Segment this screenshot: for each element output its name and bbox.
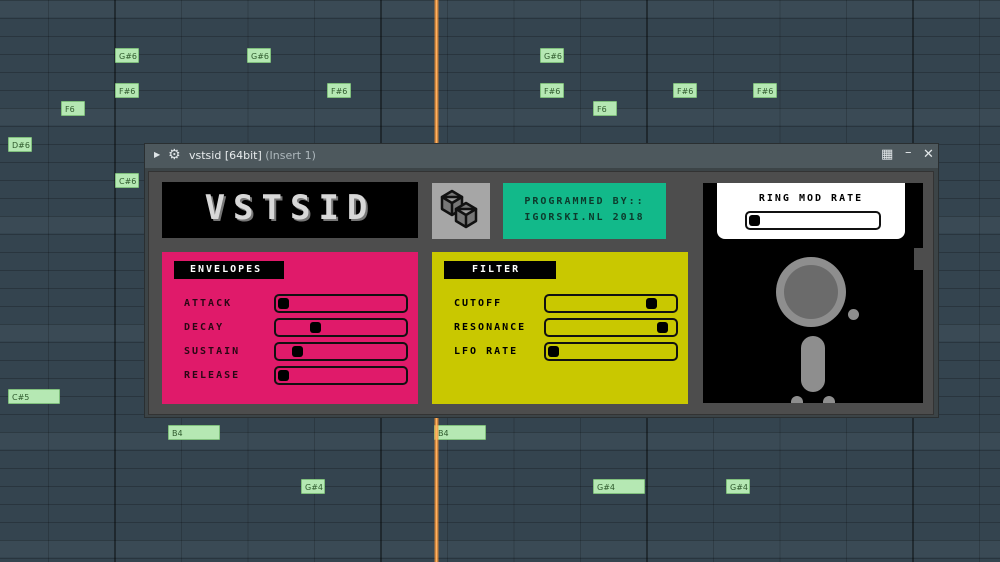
note-block[interactable]: G#6 (540, 48, 564, 63)
vstsid-logo: VSTSID (162, 182, 418, 238)
slider-knob[interactable] (291, 346, 303, 357)
attack-slider[interactable] (274, 294, 408, 313)
window-title: vstsid [64bit] (Insert 1) (189, 149, 316, 162)
note-block[interactable]: G#6 (247, 48, 271, 63)
logo-text: VSTSID (204, 188, 376, 228)
sustain-slider[interactable] (274, 342, 408, 361)
chevron-right-icon[interactable]: ▶ (154, 150, 160, 159)
slider-knob[interactable] (645, 298, 657, 309)
note-block[interactable]: F#6 (327, 83, 351, 98)
floppy-foot (791, 396, 803, 403)
note-block[interactable]: D#6 (8, 137, 32, 152)
note-block[interactable]: B4 (168, 425, 220, 440)
note-block[interactable]: F#6 (753, 83, 777, 98)
slider-knob[interactable] (278, 370, 289, 381)
window-title-text: vstsid [64bit] (189, 149, 262, 162)
note-block[interactable]: C#5 (8, 389, 60, 404)
grid-menu-icon[interactable]: ▦ (881, 147, 893, 162)
plugin-window: ▶ ⚙ vstsid [64bit] (Insert 1) ▦ – ✕ VSTS… (144, 143, 939, 418)
plugin-titlebar[interactable]: ▶ ⚙ vstsid [64bit] (Insert 1) ▦ – ✕ (145, 144, 938, 168)
cutoff-slider[interactable] (544, 294, 678, 313)
cutoff-label: CUTOFF (454, 298, 503, 309)
decay-slider[interactable] (274, 318, 408, 337)
lfo-rate-label: LFO RATE (454, 346, 519, 357)
release-label: RELEASE (184, 370, 241, 381)
envelopes-header: ENVELOPES (174, 261, 284, 279)
lfo-rate-slider[interactable] (544, 342, 678, 361)
cube-icon (440, 189, 478, 229)
note-block[interactable]: C#6 (115, 173, 139, 188)
note-block[interactable]: G#4 (593, 479, 645, 494)
filter-header: FILTER (444, 261, 556, 279)
note-block[interactable]: F#6 (673, 83, 697, 98)
decay-label: DECAY (184, 322, 225, 333)
credits-line-2: IGORSKI.NL 2018 (524, 212, 645, 223)
floppy-read-slot (801, 336, 825, 392)
floppy-write-tab (914, 248, 923, 270)
resonance-label: RESONANCE (454, 322, 527, 333)
release-slider[interactable] (274, 366, 408, 385)
floppy-disk-graphic: RING MOD RATE (703, 183, 923, 403)
note-block[interactable]: B4 (434, 425, 486, 440)
attack-label: ATTACK (184, 298, 233, 309)
floppy-label: RING MOD RATE (717, 183, 905, 239)
note-block[interactable]: G#4 (726, 479, 750, 494)
sustain-label: SUSTAIN (184, 346, 241, 357)
slider-knob[interactable] (278, 298, 289, 309)
resonance-slider[interactable] (544, 318, 678, 337)
credits-box: PROGRAMMED BY:: IGORSKI.NL 2018 (503, 183, 666, 239)
gear-icon[interactable]: ⚙ (168, 147, 181, 163)
note-block[interactable]: F6 (61, 101, 85, 116)
filter-section: FILTER CUTOFF RESONANCE LFO RATE (432, 252, 688, 404)
minimize-icon[interactable]: – (905, 145, 912, 160)
envelopes-section: ENVELOPES ATTACK DECAY SUSTAIN RELEASE (162, 252, 418, 404)
slider-knob[interactable] (310, 322, 322, 333)
slider-knob[interactable] (548, 346, 559, 357)
note-block[interactable]: G#6 (115, 48, 139, 63)
vstsid-panel: VSTSID PROGRAMMED BY:: IGORSKI.NL 2018 E… (148, 171, 934, 415)
ring-mod-rate-label: RING MOD RATE (758, 193, 864, 204)
slider-knob[interactable] (749, 215, 760, 226)
floppy-index-hole (848, 309, 859, 320)
ring-mod-rate-slider[interactable] (745, 211, 881, 230)
cube-logo (432, 183, 490, 239)
note-block[interactable]: F#6 (540, 83, 564, 98)
note-block[interactable]: F#6 (115, 83, 139, 98)
slider-knob[interactable] (657, 322, 669, 333)
note-block[interactable]: G#4 (301, 479, 325, 494)
floppy-hub-center (784, 265, 838, 319)
close-icon[interactable]: ✕ (923, 147, 934, 162)
note-block[interactable]: F6 (593, 101, 617, 116)
credits-line-1: PROGRAMMED BY:: (524, 196, 645, 207)
floppy-foot (823, 396, 835, 403)
window-subtitle: (Insert 1) (265, 149, 316, 162)
